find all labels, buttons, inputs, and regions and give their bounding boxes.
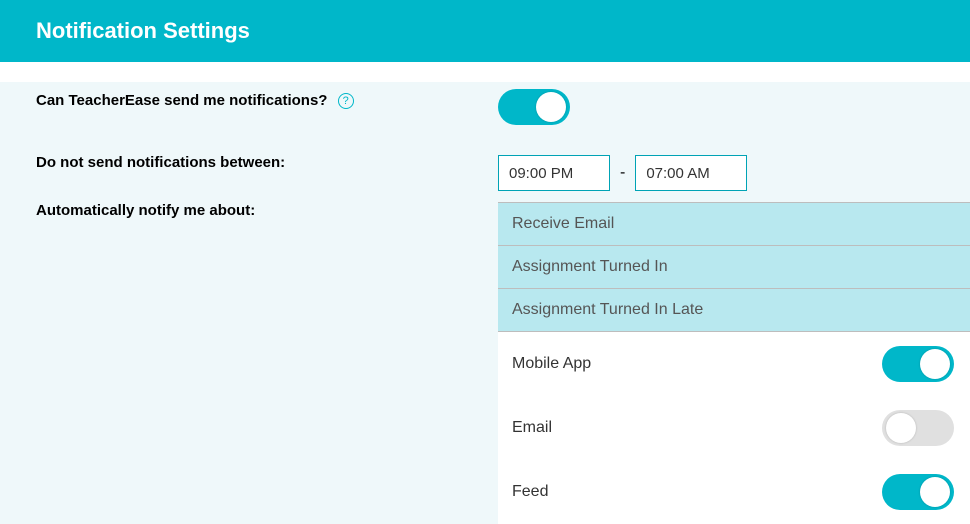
channel-toggle-email[interactable]	[882, 410, 954, 446]
page-title-text: Notification Settings	[36, 18, 250, 43]
can-send-label: Can TeacherEase send me notifications?	[36, 92, 327, 109]
can-send-label-row: Can TeacherEase send me notifications? ?	[36, 82, 470, 144]
category-item-assignment-turned-in-late[interactable]: Assignment Turned In Late	[498, 289, 970, 332]
quiet-end-input[interactable]	[635, 155, 747, 191]
channel-row-feed: Feed	[498, 460, 970, 524]
channel-toggle-mobile-app[interactable]	[882, 346, 954, 382]
category-label: Receive Email	[512, 215, 614, 232]
labels-column: Can TeacherEase send me notifications? ?…	[0, 82, 470, 524]
auto-notify-label: Automatically notify me about:	[36, 202, 255, 219]
channel-row-email: Email	[498, 396, 970, 460]
category-item-assignment-turned-in[interactable]: Assignment Turned In	[498, 246, 970, 289]
quiet-start-input[interactable]	[498, 155, 610, 191]
channel-label: Mobile App	[512, 355, 591, 373]
category-label: Assignment Turned In Late	[512, 301, 703, 318]
content: Can TeacherEase send me notifications? ?…	[0, 82, 970, 524]
category-item-receive-email[interactable]: Receive Email	[498, 203, 970, 246]
controls-column: - Receive Email Assignment Turned In Ass…	[470, 82, 970, 524]
master-toggle-row	[470, 82, 970, 144]
quiet-hours-label-row: Do not send notifications between:	[36, 144, 470, 202]
category-label: Assignment Turned In	[512, 258, 668, 275]
auto-notify-label-row: Automatically notify me about:	[36, 202, 470, 219]
channel-label: Email	[512, 419, 552, 437]
category-list: Receive Email Assignment Turned In Assig…	[498, 202, 970, 332]
channel-toggle-feed[interactable]	[882, 474, 954, 510]
help-icon[interactable]: ?	[338, 93, 354, 109]
channel-label: Feed	[512, 483, 548, 501]
quiet-hours-row: -	[470, 144, 970, 202]
dash-separator: -	[620, 164, 625, 182]
master-toggle[interactable]	[498, 89, 570, 125]
channel-row-mobile-app: Mobile App	[498, 332, 970, 396]
quiet-hours-label: Do not send notifications between:	[36, 154, 285, 171]
channel-list: Mobile App Email Feed	[498, 332, 970, 524]
page-title: Notification Settings	[0, 0, 970, 62]
